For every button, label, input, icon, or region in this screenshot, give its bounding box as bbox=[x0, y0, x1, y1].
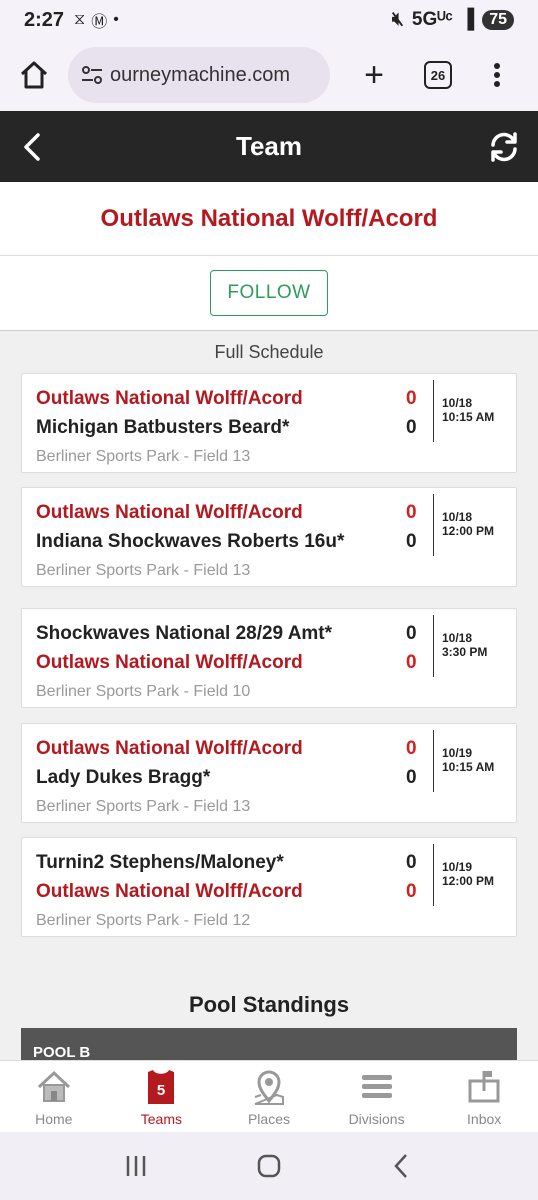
page-title: Team bbox=[236, 131, 302, 161]
pool-header: POOL B bbox=[21, 1028, 517, 1060]
jersey-icon: 5 bbox=[148, 1070, 175, 1104]
inbox-icon bbox=[468, 1071, 500, 1103]
bottom-nav: Home 5 Teams Places Divisions Inbox bbox=[0, 1060, 538, 1132]
game-card[interactable]: Shockwaves National 28/29 Amt* 0 Outlaws… bbox=[21, 608, 517, 708]
schedule-title: Full Schedule bbox=[214, 342, 324, 362]
game-card[interactable]: Turnin2 Stephens/Maloney* 0 Outlaws Nati… bbox=[21, 837, 517, 937]
game-team2: Indiana Shockwaves Roberts 16u* bbox=[36, 531, 345, 552]
divider bbox=[433, 730, 434, 792]
system-nav-bar bbox=[0, 1132, 538, 1200]
game-date: 10/18 bbox=[442, 510, 473, 524]
wifi-call-icon: ⧖ bbox=[74, 11, 86, 28]
game-venue: Berliner Sports Park - Field 13 bbox=[36, 562, 251, 579]
nav-teams[interactable]: 5 Teams bbox=[108, 1061, 216, 1132]
game-time: 12:00 PM bbox=[442, 524, 495, 538]
game-venue: Berliner Sports Park - Field 13 bbox=[36, 448, 251, 465]
game-team2: Outlaws National Wolff/Acord bbox=[36, 652, 303, 673]
back-arrow-icon[interactable] bbox=[16, 129, 52, 165]
home-icon bbox=[37, 1070, 70, 1102]
mute-icon: 🔇︎ bbox=[391, 9, 404, 30]
game-score1: 0 bbox=[406, 738, 417, 759]
site-settings-icon bbox=[82, 66, 102, 84]
nav-home[interactable]: Home bbox=[0, 1061, 108, 1132]
game-card[interactable]: Outlaws National Wolff/Acord 0 Lady Duke… bbox=[21, 723, 517, 823]
nav-home-label: Home bbox=[35, 1111, 73, 1127]
svg-text:5: 5 bbox=[157, 1082, 165, 1099]
game-time: 12:00 PM bbox=[442, 874, 495, 888]
game-team2: Outlaws National Wolff/Acord bbox=[36, 881, 303, 902]
new-tab-button[interactable]: + bbox=[354, 56, 394, 95]
home-circle-icon[interactable] bbox=[252, 1149, 286, 1183]
refresh-icon[interactable] bbox=[486, 129, 522, 165]
nav-teams-label: Teams bbox=[140, 1111, 182, 1127]
nav-divisions[interactable]: Divisions bbox=[323, 1061, 431, 1132]
list-icon bbox=[361, 1075, 392, 1098]
game-team1: Outlaws National Wolff/Acord bbox=[36, 388, 303, 409]
game-score1: 0 bbox=[406, 852, 417, 873]
divider bbox=[433, 615, 434, 677]
follow-row: FOLLOW bbox=[0, 256, 538, 331]
nav-inbox[interactable]: Inbox bbox=[430, 1061, 538, 1132]
url-text: ourneymachine.com bbox=[110, 63, 291, 86]
dot-icon: • bbox=[113, 11, 119, 28]
game-score2: 0 bbox=[406, 417, 417, 438]
game-score1: 0 bbox=[406, 388, 417, 409]
browser-toolbar: ourneymachine.com + 26 bbox=[0, 40, 538, 110]
game-team1: Shockwaves National 28/29 Amt* bbox=[36, 623, 333, 644]
game-team2: Lady Dukes Bragg* bbox=[36, 767, 211, 788]
recents-icon[interactable] bbox=[119, 1149, 153, 1183]
divider bbox=[433, 844, 434, 906]
game-score1: 0 bbox=[406, 502, 417, 523]
nav-places[interactable]: Places bbox=[215, 1061, 323, 1132]
follow-button[interactable]: FOLLOW bbox=[210, 270, 328, 316]
tab-switcher-button[interactable]: 26 bbox=[424, 61, 452, 89]
home-icon bbox=[20, 61, 48, 89]
game-venue: Berliner Sports Park - Field 13 bbox=[36, 798, 251, 815]
game-score2: 0 bbox=[406, 767, 417, 788]
game-venue: Berliner Sports Park - Field 10 bbox=[36, 683, 251, 700]
game-score2: 0 bbox=[406, 881, 417, 902]
app-notification-icon: Ⓜ bbox=[91, 14, 108, 31]
game-score2: 0 bbox=[406, 531, 417, 552]
game-date: 10/19 bbox=[442, 860, 473, 874]
browser-home-button[interactable] bbox=[14, 55, 54, 95]
game-time: 3:30 PM bbox=[442, 645, 488, 659]
map-pin-icon bbox=[254, 1070, 284, 1105]
signal-icon: ▐ bbox=[460, 9, 475, 30]
nav-divisions-label: Divisions bbox=[348, 1111, 405, 1127]
game-score1: 0 bbox=[406, 623, 417, 644]
app-header: Team bbox=[0, 111, 538, 182]
game-time: 10:15 AM bbox=[442, 410, 495, 424]
game-team2: Michigan Batbusters Beard* bbox=[36, 417, 290, 438]
pool-standings-heading: Pool Standings bbox=[188, 992, 350, 1017]
browser-menu-button[interactable] bbox=[494, 63, 500, 87]
status-bar: 2:27 ⧖ Ⓜ • 🔇︎ 5Gᵁᶜ ▐ 75 bbox=[0, 0, 538, 40]
address-bar[interactable]: ourneymachine.com bbox=[68, 47, 330, 103]
divider bbox=[433, 494, 434, 556]
battery-badge: 75 bbox=[482, 10, 514, 30]
team-name: Outlaws National Wolff/Acord bbox=[0, 182, 538, 256]
status-time: 2:27 bbox=[24, 8, 65, 31]
game-team1: Outlaws National Wolff/Acord bbox=[36, 738, 303, 759]
game-score2: 0 bbox=[406, 652, 417, 673]
game-time: 10:15 AM bbox=[442, 760, 495, 774]
divider bbox=[433, 380, 434, 442]
nav-places-label: Places bbox=[247, 1111, 290, 1127]
back-icon[interactable] bbox=[385, 1149, 419, 1183]
game-date: 10/18 bbox=[442, 396, 473, 410]
game-card[interactable]: Outlaws National Wolff/Acord 0 Indiana S… bbox=[21, 487, 517, 587]
game-date: 10/18 bbox=[442, 631, 473, 645]
game-team1: Turnin2 Stephens/Maloney* bbox=[36, 852, 284, 873]
game-date: 10/19 bbox=[442, 746, 473, 760]
game-card[interactable]: Outlaws National Wolff/Acord 0 Michigan … bbox=[21, 373, 517, 473]
network-label: 5Gᵁᶜ bbox=[411, 9, 453, 30]
nav-inbox-label: Inbox bbox=[467, 1111, 502, 1127]
game-team1: Outlaws National Wolff/Acord bbox=[36, 502, 303, 523]
game-venue: Berliner Sports Park - Field 12 bbox=[36, 912, 251, 929]
